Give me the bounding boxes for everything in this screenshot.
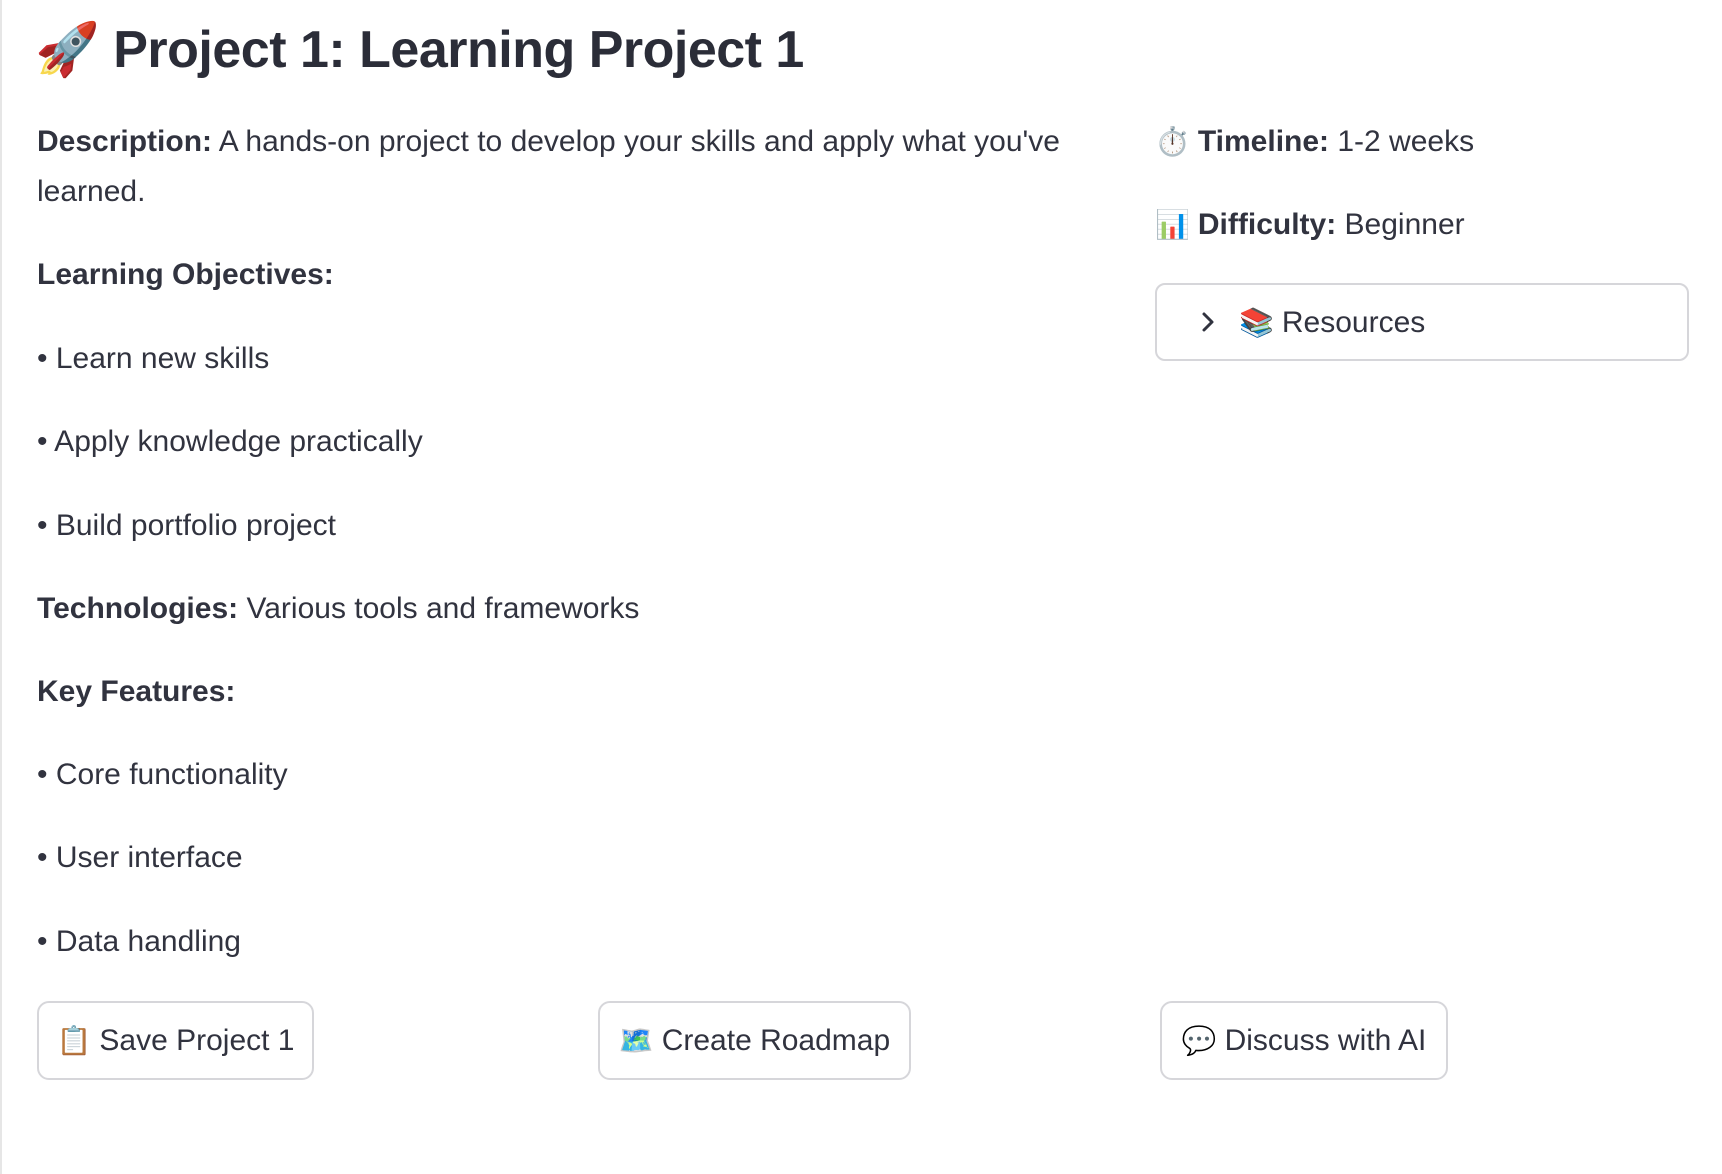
features-label: Key Features: xyxy=(37,675,236,708)
description-label: Description: xyxy=(37,125,213,158)
clipboard-icon: 📋 xyxy=(56,1025,92,1056)
page-title: 🚀 Project 1: Learning Project 1 xyxy=(35,14,804,86)
technologies: Technologies: Various tools and framewor… xyxy=(37,584,639,634)
list-item: • User interface xyxy=(37,841,243,874)
list-item: • Apply knowledge practically xyxy=(37,425,423,458)
list-item: • Core functionality xyxy=(37,758,288,791)
create-roadmap-button[interactable]: 🗺️ Create Roadmap xyxy=(598,1001,911,1080)
rocket-icon: 🚀 xyxy=(35,21,100,79)
resources-expander[interactable]: 📚 Resources xyxy=(1155,283,1689,361)
list-item: • Learn new skills xyxy=(37,342,270,375)
resources-label: Resources xyxy=(1281,306,1426,339)
chevron-right-icon xyxy=(1202,312,1214,332)
timeline-value: 1-2 weeks xyxy=(1329,125,1475,158)
stopwatch-icon: ⏱️ xyxy=(1155,126,1190,157)
bar-chart-icon: 📊 xyxy=(1155,209,1190,240)
description: Description: A hands-on project to devel… xyxy=(37,117,1097,217)
list-item: • Build portfolio project xyxy=(37,509,336,542)
resources-label-wrap: 📚 Resources xyxy=(1239,299,1425,347)
page-title-text: Project 1: Learning Project 1 xyxy=(113,21,804,79)
timeline-label: Timeline: xyxy=(1197,125,1330,158)
speech-bubble-icon: 💬 xyxy=(1181,1025,1217,1056)
discuss-ai-button[interactable]: 💬 Discuss with AI xyxy=(1160,1001,1448,1080)
objectives-heading: Learning Objectives: xyxy=(37,250,334,300)
discuss-ai-label: Discuss with AI xyxy=(1224,1023,1427,1057)
objectives-label: Learning Objectives: xyxy=(37,258,334,291)
technologies-label: Technologies: xyxy=(37,592,239,625)
timeline: ⏱️ Timeline: 1-2 weeks xyxy=(1155,117,1474,167)
save-project-button[interactable]: 📋 Save Project 1 xyxy=(37,1001,314,1080)
save-project-label: Save Project 1 xyxy=(99,1023,295,1057)
difficulty-label: Difficulty: xyxy=(1197,208,1337,241)
features-heading: Key Features: xyxy=(37,667,235,717)
project-card: 🚀 Project 1: Learning Project 1 Descripti… xyxy=(0,0,1722,1174)
map-icon: 🗺️ xyxy=(618,1025,654,1056)
list-item: • Data handling xyxy=(37,925,241,958)
books-icon: 📚 xyxy=(1239,307,1274,338)
difficulty: 📊 Difficulty: Beginner xyxy=(1155,200,1465,250)
create-roadmap-label: Create Roadmap xyxy=(661,1023,891,1057)
difficulty-value: Beginner xyxy=(1336,208,1465,241)
technologies-text: Various tools and frameworks xyxy=(238,592,640,625)
